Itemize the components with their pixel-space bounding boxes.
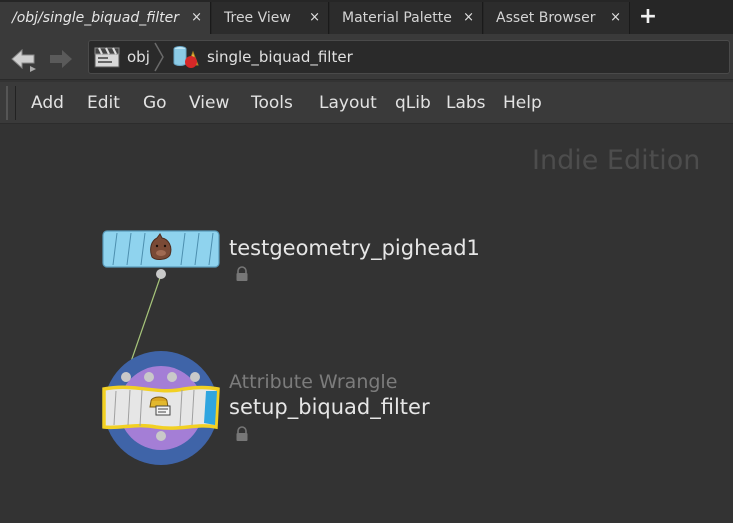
breadcrumb-label: obj [127,48,150,66]
menu-add[interactable]: Add [31,93,64,113]
input-connector[interactable] [190,372,200,382]
clapperboard-icon [94,47,120,68]
menu-qlib[interactable]: qLib [395,93,431,113]
arrow-left-icon [11,48,36,72]
output-connector[interactable] [156,431,166,441]
pane-tab-strip: /obj/single_biquad_filter × Tree View × … [0,0,733,34]
geometry-object-icon [173,46,199,68]
path-bar: obj single_biquad_filter [0,34,733,80]
tab-network-editor[interactable]: /obj/single_biquad_filter × [0,2,211,34]
menu-edit[interactable]: Edit [87,93,120,113]
menu-layout[interactable]: Layout [319,93,377,113]
toolbar-grip[interactable] [6,86,16,120]
input-connector[interactable] [121,372,131,382]
node-type-label: Attribute Wrangle [229,371,398,393]
lock-icon[interactable] [234,426,250,442]
node-name[interactable]: setup_biquad_filter [229,395,430,419]
forward-button[interactable] [48,46,72,70]
tab-label: Material Palette [342,10,452,26]
close-icon[interactable]: × [309,10,320,25]
menu-help[interactable]: Help [503,93,542,113]
input-connector[interactable] [144,372,154,382]
arrow-right-icon [50,50,72,68]
network-canvas[interactable]: Indie Edition testgeometry_pighead1 Attr… [0,125,733,523]
close-icon[interactable]: × [463,10,474,25]
network-menu-bar: Add Edit Go View Tools Layout qLib Labs … [0,82,733,124]
node-name[interactable]: testgeometry_pighead1 [229,236,480,260]
menu-go[interactable]: Go [143,93,167,113]
breadcrumb-obj[interactable]: obj [93,41,150,73]
menu-tools[interactable]: Tools [251,93,293,113]
tab-label: /obj/single_biquad_filter [12,10,180,26]
menu-labs[interactable]: Labs [446,93,486,113]
output-connector[interactable] [156,269,166,279]
pighead-icon [150,233,172,260]
tab-label: Tree View [224,10,291,26]
wrangle-icon [149,396,171,416]
path-field[interactable]: obj single_biquad_filter [88,40,730,74]
tab-material-palette[interactable]: Material Palette × [330,2,483,34]
lock-icon[interactable] [234,266,250,282]
tab-tree-view[interactable]: Tree View × [212,2,329,34]
tab-asset-browser[interactable]: Asset Browser × [484,2,630,34]
back-button[interactable] [10,46,36,72]
tab-label: Asset Browser [496,10,596,26]
close-icon[interactable]: × [191,10,202,25]
add-tab-button[interactable]: + [636,4,660,30]
input-connector[interactable] [167,372,177,382]
close-icon[interactable]: × [610,10,621,25]
breadcrumb-label: single_biquad_filter [207,48,353,66]
chevron-right-icon [154,42,164,72]
breadcrumb-current[interactable]: single_biquad_filter [171,41,353,73]
menu-view[interactable]: View [189,93,229,113]
